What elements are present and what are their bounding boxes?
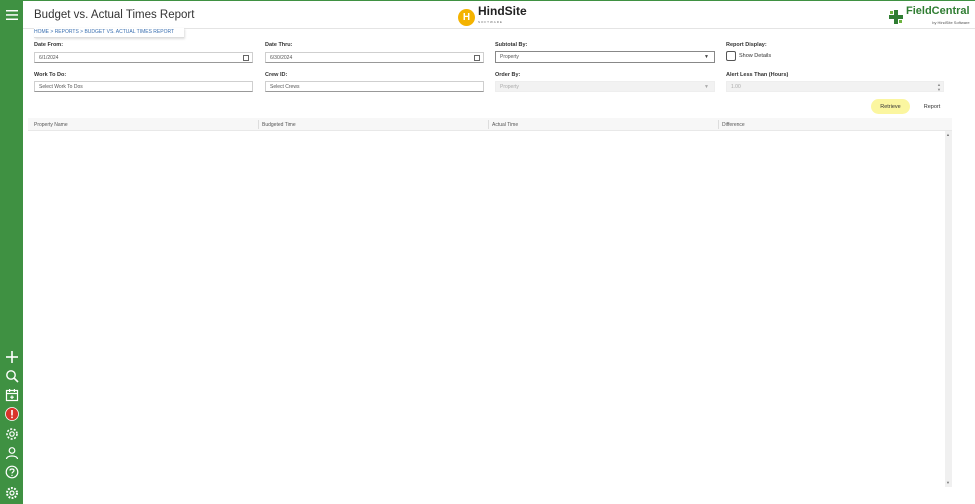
hindsite-mark-icon: H bbox=[458, 8, 475, 26]
crew-id-label: Crew ID: bbox=[265, 72, 288, 78]
hamburger-menu-icon[interactable] bbox=[3, 6, 20, 23]
column-divider bbox=[258, 120, 259, 129]
user-icon[interactable] bbox=[3, 444, 20, 461]
date-from-value: 6/1/2024 bbox=[39, 55, 59, 61]
search-icon[interactable] bbox=[3, 367, 20, 384]
date-thru-input[interactable]: 6/30/2024 bbox=[265, 52, 484, 63]
work-to-do-placeholder: Select Work To Dos bbox=[39, 84, 83, 90]
column-header-actual-time[interactable]: Actual Time bbox=[492, 122, 518, 128]
column-divider bbox=[488, 120, 489, 129]
date-from-input[interactable]: 6/1/2024 bbox=[34, 52, 253, 63]
order-by-select[interactable]: Property ▼ bbox=[495, 81, 715, 92]
work-to-do-label: Work To Do: bbox=[34, 72, 67, 78]
column-divider bbox=[718, 120, 719, 129]
subtotal-by-label: Subtotal By: bbox=[495, 42, 528, 48]
subtotal-by-value: Property bbox=[500, 54, 519, 60]
order-by-label: Order By: bbox=[495, 72, 521, 78]
calendar-picker-icon[interactable] bbox=[474, 55, 480, 61]
chevron-down-icon: ▼ bbox=[704, 84, 709, 90]
app-root: Budget vs. Actual Times Report H HindSit… bbox=[0, 0, 975, 504]
column-header-difference[interactable]: Difference bbox=[722, 122, 745, 128]
date-thru-label: Date Thru: bbox=[265, 42, 293, 48]
spinner-arrows-icon[interactable]: ▲ ▼ bbox=[937, 82, 941, 92]
help-icon[interactable] bbox=[3, 463, 20, 480]
hindsite-logo: H HindSite SOFTWARE bbox=[458, 4, 527, 28]
scroll-down-icon[interactable]: ▼ bbox=[946, 480, 950, 485]
report-button[interactable]: Report bbox=[916, 99, 948, 114]
app-header: Budget vs. Actual Times Report H HindSit… bbox=[23, 0, 975, 29]
subtotal-by-select[interactable]: Property ▼ bbox=[495, 51, 715, 63]
calendar-picker-icon[interactable] bbox=[243, 55, 249, 61]
show-details-label[interactable]: Show Details bbox=[739, 53, 771, 59]
alert-less-than-label: Alert Less Than (Hours) bbox=[726, 72, 789, 78]
crew-id-placeholder: Select Crews bbox=[270, 84, 300, 90]
crew-id-input[interactable]: Select Crews bbox=[265, 81, 484, 92]
alert-less-than-value: 1.00 bbox=[731, 84, 741, 90]
page-title: Budget vs. Actual Times Report bbox=[34, 9, 195, 21]
show-details-checkbox[interactable] bbox=[726, 51, 736, 61]
scroll-up-icon[interactable]: ▲ bbox=[946, 132, 950, 137]
retrieve-button[interactable]: Retrieve bbox=[871, 99, 910, 114]
work-to-do-input[interactable]: Select Work To Dos bbox=[34, 81, 253, 92]
hindsite-logo-name: HindSite bbox=[478, 4, 527, 18]
fieldcentral-logo: FieldCentral by HindSite Software bbox=[889, 6, 970, 28]
fieldcentral-mark-icon bbox=[889, 10, 903, 24]
calendar-icon[interactable] bbox=[3, 386, 20, 403]
hindsite-logo-sub: SOFTWARE bbox=[478, 20, 503, 24]
grid-header: Property Name Budgeted Time Actual Time … bbox=[28, 118, 952, 131]
date-from-label: Date From: bbox=[34, 42, 64, 48]
grid-body bbox=[28, 131, 952, 487]
settings-cog-icon[interactable] bbox=[3, 484, 20, 501]
column-header-property-name[interactable]: Property Name bbox=[34, 122, 68, 128]
breadcrumb[interactable]: HOME > REPORTS > BUDGET VS. ACTUAL TIMES… bbox=[34, 28, 184, 38]
alert-icon[interactable] bbox=[3, 405, 20, 422]
order-by-value: Property bbox=[500, 84, 519, 90]
date-thru-value: 6/30/2024 bbox=[270, 55, 293, 61]
plus-icon[interactable] bbox=[3, 348, 20, 365]
sidebar bbox=[0, 0, 23, 504]
column-header-budgeted-time[interactable]: Budgeted Time bbox=[262, 122, 296, 128]
fieldcentral-logo-sub: by HindSite Software bbox=[932, 20, 970, 25]
vertical-scrollbar[interactable]: ▲ ▼ bbox=[945, 131, 952, 487]
chevron-down-icon: ▼ bbox=[704, 54, 709, 60]
alert-less-than-input[interactable]: 1.00 ▲ ▼ bbox=[726, 81, 944, 92]
main-content: Budget vs. Actual Times Report H HindSit… bbox=[23, 0, 975, 504]
report-display-label: Report Display: bbox=[726, 42, 767, 48]
gear-icon[interactable] bbox=[3, 425, 20, 442]
fieldcentral-logo-name: FieldCentral bbox=[906, 5, 970, 17]
